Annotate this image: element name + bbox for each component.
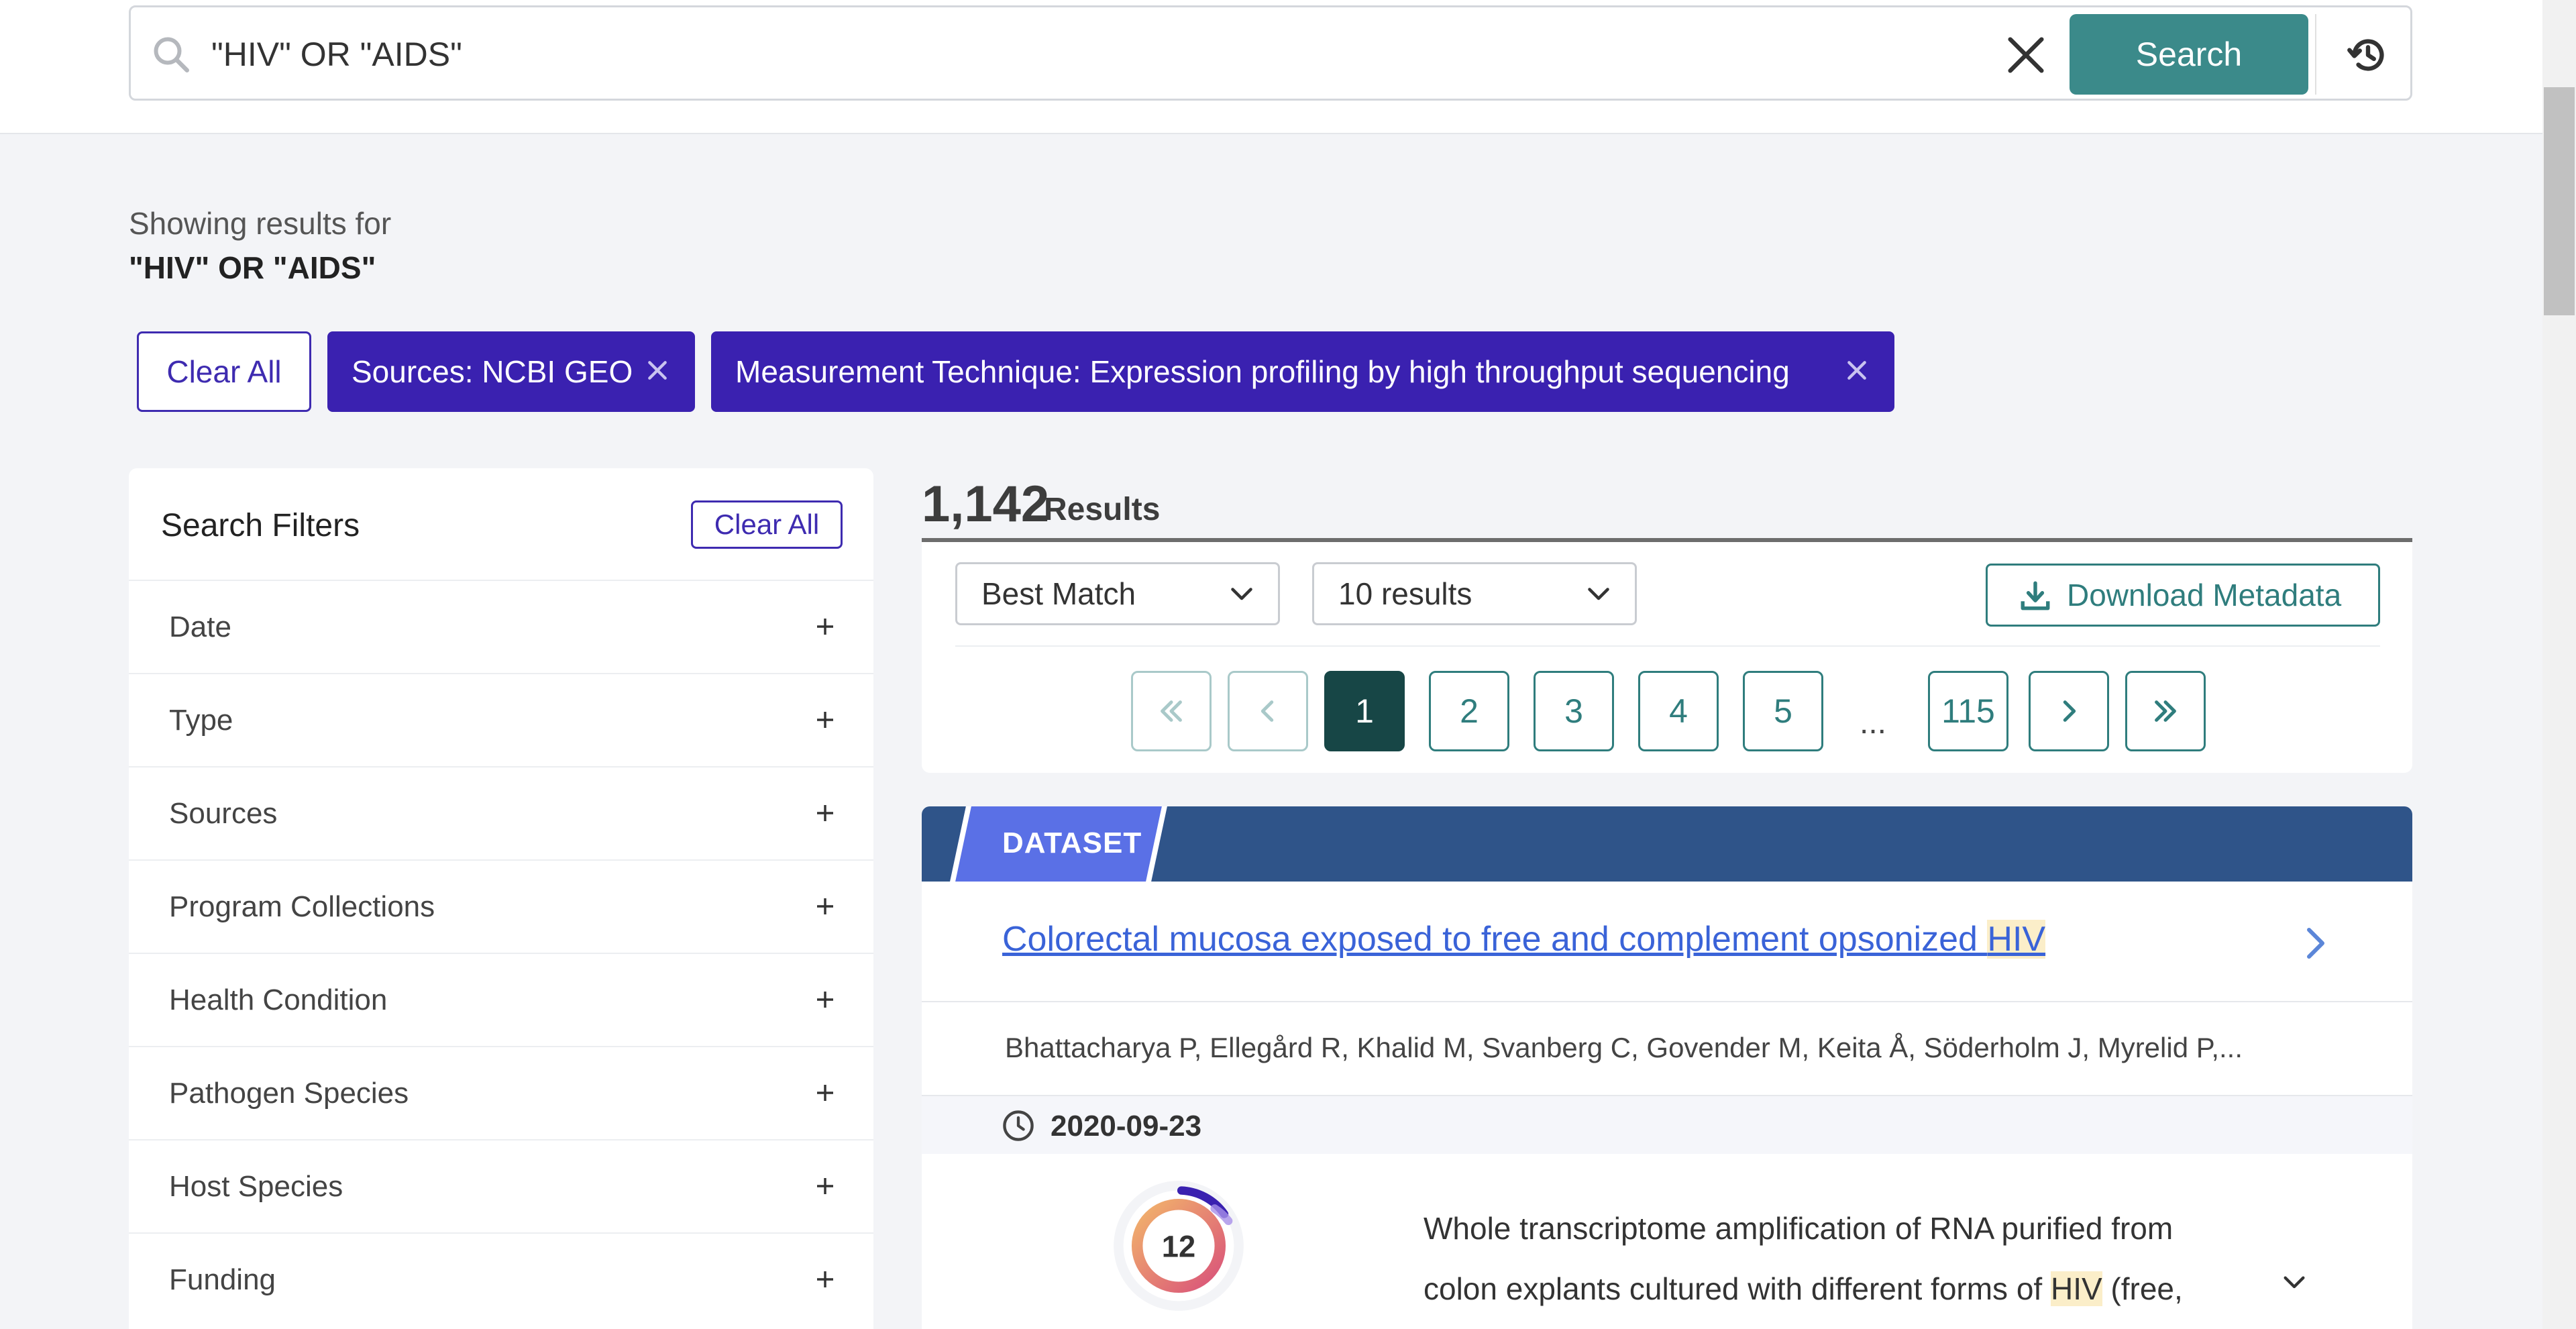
filter-label: Date — [169, 610, 231, 643]
pagination-last-button[interactable] — [2125, 671, 2206, 751]
filters-clear-all-button[interactable]: Clear All — [691, 500, 843, 549]
search-filters-panel: Search Filters Clear All Date Type Sourc… — [129, 468, 873, 1329]
showing-results-query: "HIV" OR "AIDS" — [129, 250, 376, 285]
sort-select[interactable]: Best Match — [955, 562, 1280, 625]
description-line-2-suffix: (free, — [2102, 1271, 2183, 1306]
plus-icon[interactable] — [814, 616, 836, 637]
chevrons-left-icon — [1161, 700, 1182, 722]
plus-icon[interactable] — [814, 709, 836, 731]
filter-chip-sources[interactable]: Sources: NCBI GEO — [327, 331, 695, 412]
description-highlight: HIV — [2050, 1271, 2102, 1306]
filter-label: Health Condition — [169, 984, 388, 1016]
clear-search-icon[interactable] — [2002, 32, 2049, 78]
metadata-score-donut: 12 — [1114, 1181, 1244, 1311]
filter-label: Type — [169, 704, 233, 737]
pagination-ellipsis: ... — [1860, 705, 1887, 741]
filter-host-species[interactable]: Host Species — [129, 1139, 873, 1232]
pagination-first-button[interactable] — [1131, 671, 1212, 751]
divider — [2315, 14, 2316, 95]
search-icon — [154, 37, 189, 72]
chevron-down-icon — [1588, 588, 1609, 600]
pagination-page-4[interactable]: 4 — [1638, 671, 1719, 751]
filter-chip-measurement-technique[interactable]: Measurement Technique: Expression profil… — [711, 331, 1894, 412]
pagination-page-3[interactable]: 3 — [1534, 671, 1614, 751]
result-title-text: Colorectal mucosa exposed to free and co… — [1002, 920, 1988, 959]
filter-label: Program Collections — [169, 890, 435, 923]
card-type-label: DATASET — [1002, 827, 1142, 859]
results-toolbar: Best Match 10 results Download Metadata … — [922, 542, 2412, 773]
plus-icon[interactable] — [814, 896, 836, 917]
clear-all-chips-button[interactable]: Clear All — [137, 331, 311, 412]
close-icon[interactable] — [644, 357, 671, 384]
pagination-prev-button[interactable] — [1228, 671, 1308, 751]
filter-chip-label: Sources: NCBI GEO — [352, 354, 633, 389]
close-icon[interactable] — [1843, 357, 1870, 384]
filter-type[interactable]: Type — [129, 673, 873, 766]
filter-label: Sources — [169, 797, 278, 830]
plus-icon[interactable] — [814, 1175, 836, 1197]
filter-date[interactable]: Date — [129, 580, 873, 673]
plus-icon[interactable] — [814, 989, 836, 1010]
pagination-last-page[interactable]: 115 — [1928, 671, 2008, 751]
plus-icon[interactable] — [814, 802, 836, 824]
download-metadata-button[interactable]: Download Metadata — [1986, 564, 2380, 627]
filter-program-collections[interactable]: Program Collections — [129, 859, 873, 953]
chevron-left-icon — [1260, 700, 1274, 722]
sort-select-value: Best Match — [981, 576, 1136, 611]
pagination-page-1[interactable]: 1 — [1324, 671, 1405, 751]
results-label: Results — [1044, 492, 1161, 527]
chevron-right-icon — [2063, 700, 2076, 722]
top-header: Search — [0, 0, 2542, 134]
filter-chip-label: Measurement Technique: Expression profil… — [735, 354, 1790, 389]
filters-title: Search Filters — [161, 508, 360, 543]
search-bar: Search — [129, 5, 2412, 101]
download-metadata-label: Download Metadata — [2067, 578, 2342, 613]
score-value: 12 — [1162, 1229, 1195, 1263]
description-line-1: Whole transcriptome amplification of RNA… — [1424, 1211, 2174, 1246]
result-card: DATASET Colorectal mucosa exposed to fre… — [922, 806, 2412, 1329]
plus-icon[interactable] — [814, 1082, 836, 1104]
filter-pathogen-species[interactable]: Pathogen Species — [129, 1046, 873, 1139]
divider — [922, 1001, 2412, 1002]
description-line-2: colon explants cultured with different f… — [1424, 1271, 2051, 1306]
title-highlight: HIV — [1987, 920, 2046, 959]
plus-icon[interactable] — [814, 1269, 836, 1290]
expand-description-icon[interactable] — [2281, 1273, 2308, 1293]
showing-results-label: Showing results for — [129, 206, 392, 241]
filter-sources[interactable]: Sources — [129, 766, 873, 859]
result-description: Whole transcriptome amplification of RNA… — [1424, 1198, 2269, 1319]
download-icon — [2021, 581, 2050, 610]
filter-label: Pathogen Species — [169, 1077, 409, 1110]
search-button[interactable]: Search — [2070, 14, 2308, 95]
clock-icon — [1003, 1110, 1034, 1141]
chevron-down-icon — [1231, 588, 1252, 600]
chevrons-right-icon — [2155, 700, 2176, 722]
filter-label: Host Species — [169, 1170, 343, 1203]
filter-health-condition[interactable]: Health Condition — [129, 953, 873, 1046]
filter-label: Funding — [169, 1263, 276, 1296]
result-date: 2020-09-23 — [1051, 1110, 1202, 1142]
pagination-page-5[interactable]: 5 — [1743, 671, 1823, 751]
search-input[interactable] — [211, 21, 2056, 88]
page-scrollbar-thumb[interactable] — [2544, 87, 2575, 315]
result-authors: Bhattacharya P, Ellegård R, Khalid M, Sv… — [1005, 1032, 2243, 1063]
chevron-right-icon[interactable] — [2302, 923, 2329, 963]
pagination-page-2[interactable]: 2 — [1429, 671, 1509, 751]
pagination-next-button[interactable] — [2029, 671, 2109, 751]
results-count: 1,142 — [922, 476, 1050, 533]
result-title-link[interactable]: Colorectal mucosa exposed to free and co… — [1002, 919, 2046, 959]
page-size-select-value: 10 results — [1338, 576, 1472, 611]
history-icon[interactable] — [2345, 32, 2392, 78]
filter-funding[interactable]: Funding — [129, 1232, 873, 1326]
page-size-select[interactable]: 10 results — [1312, 562, 1637, 625]
divider — [955, 645, 2380, 647]
